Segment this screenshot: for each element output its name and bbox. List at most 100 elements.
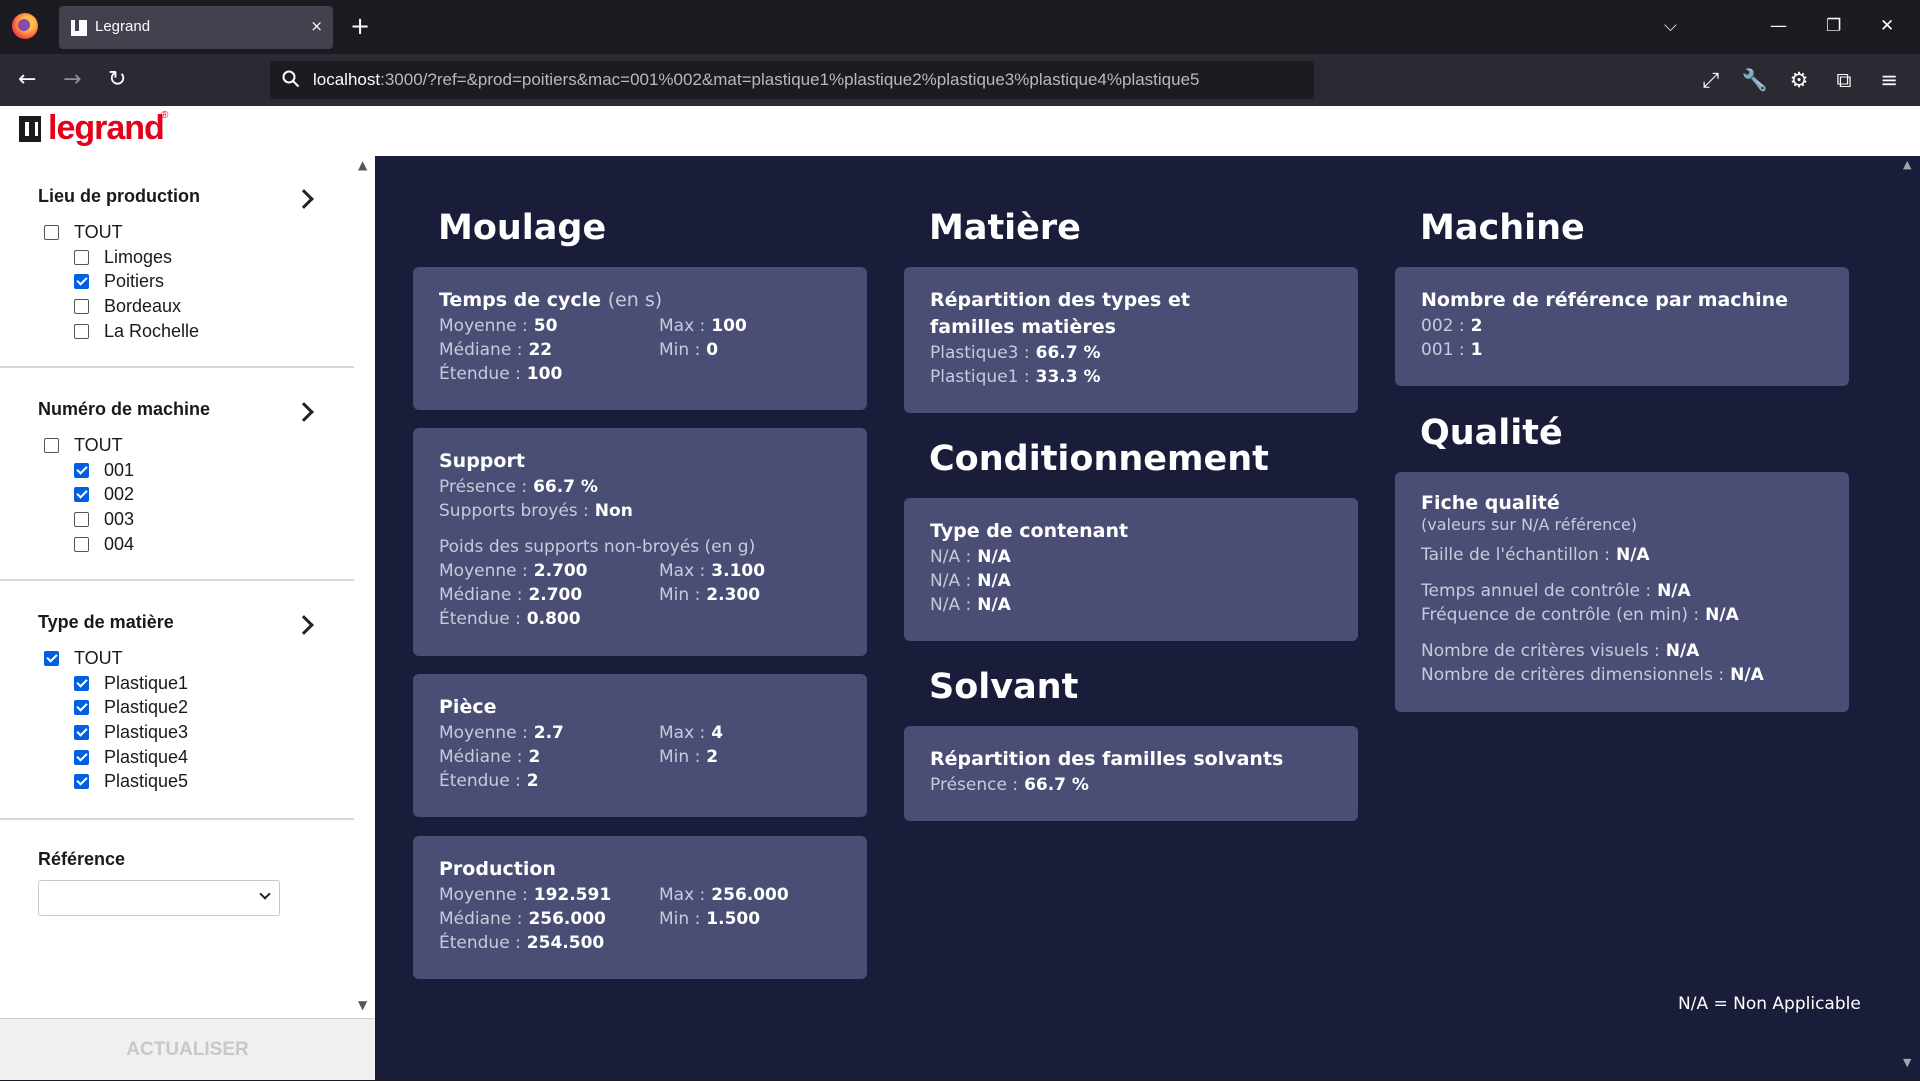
checkbox[interactable] — [74, 487, 89, 502]
minimize-icon[interactable]: — — [1770, 12, 1787, 40]
gear-icon[interactable]: ⚙ — [1785, 66, 1813, 94]
restore-icon[interactable]: ❐ — [1826, 12, 1841, 40]
chevron-right-icon[interactable] — [294, 189, 314, 209]
checkbox-label: Bordeaux — [104, 296, 182, 316]
scroll-up-icon[interactable]: ▲ — [358, 158, 367, 172]
url-host: localhost — [313, 70, 381, 89]
checkbox-machine-003[interactable]: 003 — [74, 509, 134, 530]
checkbox[interactable] — [74, 463, 89, 478]
checkbox-material-all[interactable]: TOUT — [44, 648, 123, 669]
chevron-right-icon[interactable] — [294, 615, 314, 635]
new-tab-button[interactable]: + — [350, 11, 370, 41]
url-text[interactable]: localhost:3000/?ref=&prod=poitiers&mac=0… — [313, 70, 1200, 90]
checkbox-plastique4[interactable]: Plastique4 — [74, 747, 188, 768]
stat-min: Min :2 — [659, 747, 719, 767]
checkbox[interactable] — [74, 299, 89, 314]
checkbox-plastique2[interactable]: Plastique2 — [74, 697, 188, 718]
stat-moyenne: Moyenne :2.7 — [439, 723, 564, 743]
checkbox-machine-002[interactable]: 002 — [74, 484, 134, 505]
card-repartition-solvants: Répartition des familles solvants Présen… — [904, 726, 1358, 821]
card-title: Production — [439, 858, 556, 880]
checkbox[interactable] — [44, 225, 59, 240]
checkbox-label: TOUT — [74, 648, 123, 668]
reference-select[interactable] — [38, 880, 280, 916]
scroll-down-icon[interactable]: ▼ — [358, 998, 367, 1012]
checkbox-limoges[interactable]: Limoges — [74, 247, 172, 268]
checkbox[interactable] — [44, 651, 59, 666]
checkbox[interactable] — [74, 750, 89, 765]
extensions-icon[interactable]: ⧉ — [1830, 66, 1858, 94]
checkbox-label: 002 — [104, 484, 135, 504]
checkbox-label: Plastique5 — [104, 771, 189, 791]
forward-icon[interactable]: → — [63, 66, 81, 94]
checkbox-bordeaux[interactable]: Bordeaux — [74, 296, 181, 317]
list-tabs-icon[interactable]: ⌵ — [1664, 12, 1677, 40]
url-bar[interactable]: localhost:3000/?ref=&prod=poitiers&mac=0… — [270, 61, 1314, 99]
section-title-qualite: Qualité — [1420, 413, 1563, 453]
machine-row: 001 :1 — [1421, 340, 1483, 360]
stat-moyenne: Moyenne :50 — [439, 316, 558, 336]
checkbox-label: 003 — [104, 509, 135, 529]
stat-min: Min :0 — [659, 340, 719, 360]
browser-tab[interactable]: Legrand × — [59, 6, 333, 49]
checkbox[interactable] — [74, 274, 89, 289]
matiere-row: Plastique1 :33.3 % — [930, 367, 1101, 387]
stat-min: Min :1.500 — [659, 909, 761, 929]
legrand-logo-mark — [19, 116, 41, 142]
checkbox[interactable] — [74, 537, 89, 552]
poids-label: Poids des supports non-broyés (en g) — [439, 537, 756, 557]
scroll-down-icon[interactable]: ▼ — [1903, 1056, 1911, 1069]
close-window-icon[interactable]: ✕ — [1880, 12, 1894, 40]
tab-title: Legrand — [95, 18, 151, 35]
checkbox-production-all[interactable]: TOUT — [44, 222, 123, 243]
card-temps-de-cycle: Temps de cycle (en s) Moyenne :50 Max :1… — [413, 267, 867, 410]
checkbox[interactable] — [74, 700, 89, 715]
checkbox[interactable] — [44, 438, 59, 453]
checkbox-plastique3[interactable]: Plastique3 — [74, 722, 188, 743]
menu-icon[interactable]: ≡ — [1875, 66, 1903, 94]
stat-etendue: Étendue :2 — [439, 771, 539, 791]
card-title: Type de contenant — [930, 520, 1129, 542]
checkbox-poitiers[interactable]: Poitiers — [74, 271, 164, 292]
card-title: Nombre de référence par machine — [1421, 289, 1789, 311]
close-tab-icon[interactable]: × — [310, 16, 323, 36]
card-reference-par-machine: Nombre de référence par machine 002 :2 0… — [1395, 267, 1849, 386]
checkbox-plastique5[interactable]: Plastique5 — [74, 771, 188, 792]
checkbox[interactable] — [74, 512, 89, 527]
url-path: :3000/?ref=&prod=poitiers&mac=001%002&ma… — [380, 70, 1200, 89]
card-title: Support — [439, 450, 525, 472]
back-icon[interactable]: ← — [18, 66, 36, 94]
section-title-machine: Machine — [1420, 208, 1585, 248]
checkbox-label: 004 — [104, 534, 135, 554]
checkbox[interactable] — [74, 774, 89, 789]
stat-max: Max :100 — [659, 316, 747, 336]
chevron-down-icon — [259, 888, 271, 900]
checkbox-machine-004[interactable]: 004 — [74, 534, 134, 555]
checkbox-machine-all[interactable]: TOUT — [44, 435, 123, 456]
checkbox-label: Plastique1 — [104, 673, 189, 693]
fullscreen-icon[interactable]: ⤢ — [1697, 66, 1725, 94]
stat-mediane: Médiane :2 — [439, 747, 541, 767]
checkbox[interactable] — [74, 250, 89, 265]
stat-moyenne: Moyenne :192.591 — [439, 885, 612, 905]
scroll-up-icon[interactable]: ▲ — [1903, 158, 1911, 171]
filter-title-machine: Numéro de machine — [38, 399, 211, 419]
card-production: Production Moyenne :192.591 Max :256.000… — [413, 836, 867, 979]
checkbox-la-rochelle[interactable]: La Rochelle — [74, 321, 199, 342]
card-fiche-qualite: Fiche qualité (valeurs sur N/A référence… — [1395, 472, 1849, 712]
wrench-icon[interactable]: 🔧 — [1741, 66, 1769, 94]
checkbox-machine-001[interactable]: 001 — [74, 460, 134, 481]
card-title: Répartition des familles solvants — [930, 748, 1284, 770]
checkbox-plastique1[interactable]: Plastique1 — [74, 673, 188, 694]
refresh-button[interactable]: ACTUALISER — [0, 1018, 375, 1080]
checkbox[interactable] — [74, 324, 89, 339]
checkbox[interactable] — [74, 676, 89, 691]
registered-mark: ® — [161, 110, 169, 121]
checkbox[interactable] — [74, 725, 89, 740]
stat-presence: Présence :66.7 % — [930, 775, 1089, 795]
firefox-icon[interactable] — [12, 13, 38, 39]
card-title: Pièce — [439, 696, 497, 718]
stat-mediane: Médiane :256.000 — [439, 909, 606, 929]
chevron-right-icon[interactable] — [294, 402, 314, 422]
reload-icon[interactable]: ↻ — [108, 66, 126, 94]
